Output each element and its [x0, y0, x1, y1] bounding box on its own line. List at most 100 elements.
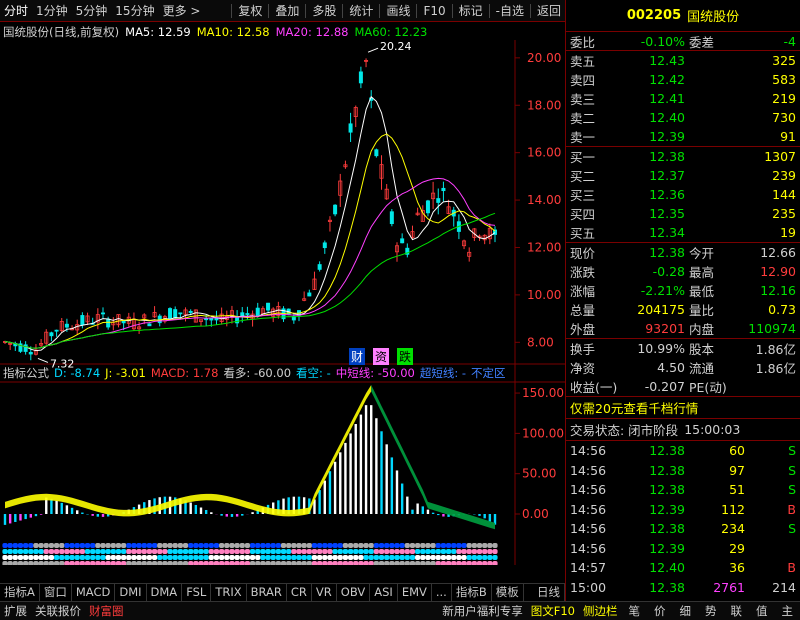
status-tab-0[interactable]: 扩展 — [0, 603, 31, 619]
signal-band-cell — [425, 543, 431, 548]
signal-band-cell — [33, 549, 39, 554]
signal-band-cell — [291, 555, 297, 560]
signal-band-cell — [291, 549, 297, 554]
promo-link[interactable]: 新用户福利专享 — [438, 603, 527, 619]
signal-band-cell — [95, 561, 101, 565]
period-tab-2[interactable]: 5分钟 — [72, 2, 112, 19]
signal-band-cell — [260, 549, 266, 554]
signal-band-cell — [255, 549, 261, 554]
signal-band-cell — [306, 543, 312, 548]
signal-band-cell — [28, 549, 34, 554]
signal-band-cell — [115, 549, 122, 554]
panel-tab-3[interactable]: 势 — [698, 603, 724, 619]
trade-status-time: 15:00:03 — [684, 422, 741, 437]
panel-tab-0[interactable]: 笔 — [622, 603, 648, 619]
signal-band-cell — [306, 555, 312, 560]
period-tab-3[interactable]: 15分钟 — [111, 2, 158, 19]
indicator-tab-8[interactable]: CR — [287, 583, 312, 601]
tool-button-5[interactable]: F10 — [419, 4, 449, 18]
panel-tab-5[interactable]: 值 — [749, 603, 775, 619]
tick-row: 15:00 12.38 2761 214 — [566, 578, 800, 598]
indicator-tab-9[interactable]: VR — [312, 583, 337, 601]
indicator-tab-7[interactable]: BRAR — [247, 583, 287, 601]
indicator-tab-11[interactable]: ASI — [370, 583, 398, 601]
signal-band-cell — [347, 543, 354, 548]
tool-button-3[interactable]: 统计 — [345, 2, 377, 19]
period-tab-4[interactable]: 更多 > — [159, 2, 205, 19]
indicator-tab-14[interactable]: 指标B — [452, 583, 492, 601]
indicator-tab-5[interactable]: FSL — [182, 583, 212, 601]
signal-band-cell — [301, 549, 307, 554]
signal-band-cell — [353, 549, 359, 554]
signal-band-cell — [234, 549, 240, 554]
signal-band-cell — [177, 543, 183, 548]
tick-volume: 2761 — [713, 579, 745, 595]
panel-tab-1[interactable]: 价 — [647, 603, 673, 619]
order-price: 12.38 — [649, 149, 685, 164]
signal-band-cell — [265, 543, 271, 548]
panel-tab-6[interactable]: 主 — [775, 603, 800, 619]
tool-button-2[interactable]: 多股 — [308, 2, 340, 19]
signal-band-cell — [64, 561, 70, 565]
macd-bar — [478, 514, 481, 516]
indicator-tab-4[interactable]: DMA — [147, 583, 183, 601]
macd-tick-label: 100.00 — [522, 426, 564, 440]
signal-band-cell — [115, 543, 122, 548]
indicator-tab-3[interactable]: DMI — [115, 583, 147, 601]
indicator-tab-6[interactable]: TRIX — [211, 583, 247, 601]
signal-band-cell — [208, 561, 214, 565]
period-tab-0[interactable]: 分时 — [0, 2, 32, 19]
tool-button-7[interactable]: -自选 — [492, 2, 528, 19]
panel-tab-4[interactable]: 联 — [724, 603, 750, 619]
quote-stats-2: 换手 10.99% 股本 1.86亿 净资 4.50 流通 1.86亿 收益(一) -0.207 P… — [566, 339, 800, 397]
kline-chart[interactable]: 20.247.32 20.0018.0016.0014.0012.0010.00… — [0, 40, 565, 565]
tool-button-1[interactable]: 叠加 — [271, 2, 303, 19]
signal-band-cell — [219, 561, 225, 565]
panel-tab-2[interactable]: 细 — [673, 603, 699, 619]
signal-band-cell — [394, 561, 400, 565]
indicator-tab-13[interactable]: ... — [432, 583, 452, 601]
signal-band-cell — [286, 543, 292, 548]
tool-button-4[interactable]: 画线 — [382, 2, 414, 19]
tool-button-0[interactable]: 复权 — [234, 2, 266, 19]
signal-band-cell — [327, 561, 333, 565]
macd-bar — [339, 452, 342, 514]
tool-button-6[interactable]: 标记 — [455, 2, 487, 19]
capital-badge[interactable]: 资 — [373, 348, 390, 365]
tick-volume: 112 — [721, 501, 745, 517]
status-tab-1[interactable]: 关联报价 — [31, 603, 85, 619]
indicator-tab-12[interactable]: EMV — [398, 583, 432, 601]
signal-band-cell — [476, 555, 483, 560]
order-row: 卖三 12.41 219 — [566, 89, 800, 108]
macd-bar — [81, 512, 84, 514]
indicator-tab-2[interactable]: MACD — [72, 583, 116, 601]
macd-tick-label: 0.00 — [522, 507, 549, 521]
candle-body — [400, 238, 405, 244]
tick-row: 14:56 12.39 112 B — [566, 500, 800, 520]
signal-band-cell — [53, 543, 60, 548]
candle-body — [333, 204, 338, 215]
macd-bar — [400, 483, 404, 514]
tool-button-8[interactable]: 返回 — [533, 2, 565, 19]
depth-promo[interactable]: 仅需20元查看千档行情 — [570, 398, 698, 417]
signal-band-cell — [157, 543, 163, 548]
f10-tab[interactable]: 图文F10 — [527, 603, 579, 619]
sidebar-toggle[interactable]: 侧边栏 — [579, 603, 622, 619]
order-label: 卖一 — [570, 130, 596, 145]
tick-list[interactable]: 14:56 12.38 60 S 14:56 12.38 97 S 14:56 12.38 51 S 1… — [566, 441, 800, 597]
sub-indicator-name[interactable]: 指标公式 — [3, 365, 49, 381]
period-tab-1[interactable]: 1分钟 — [32, 2, 72, 19]
drop-badge[interactable]: 跌 — [397, 348, 414, 365]
indicator-tab-10[interactable]: OBV — [337, 583, 371, 601]
indicator-tab-15[interactable]: 模板 — [492, 583, 524, 601]
ma5-line — [4, 95, 496, 352]
status-tab-2[interactable]: 财富圈 — [85, 603, 128, 619]
period-selector: 分时 1分钟 5分钟 15分钟 更多 > — [0, 2, 204, 19]
finance-badge[interactable]: 财 — [349, 348, 366, 365]
weibi-row: 委比 -0.10% 委差 -4 — [566, 32, 800, 51]
indicator-tab-1[interactable]: 窗口 — [40, 583, 72, 601]
candle-body — [348, 123, 353, 133]
status-bar: 扩展 关联报价 财富圈 新用户福利专享 图文F10 侧边栏 笔价细势联值主 — [0, 601, 800, 620]
promo-row[interactable]: 仅需20元查看千档行情 — [566, 397, 800, 419]
indicator-tab-0[interactable]: 指标A — [0, 583, 40, 601]
